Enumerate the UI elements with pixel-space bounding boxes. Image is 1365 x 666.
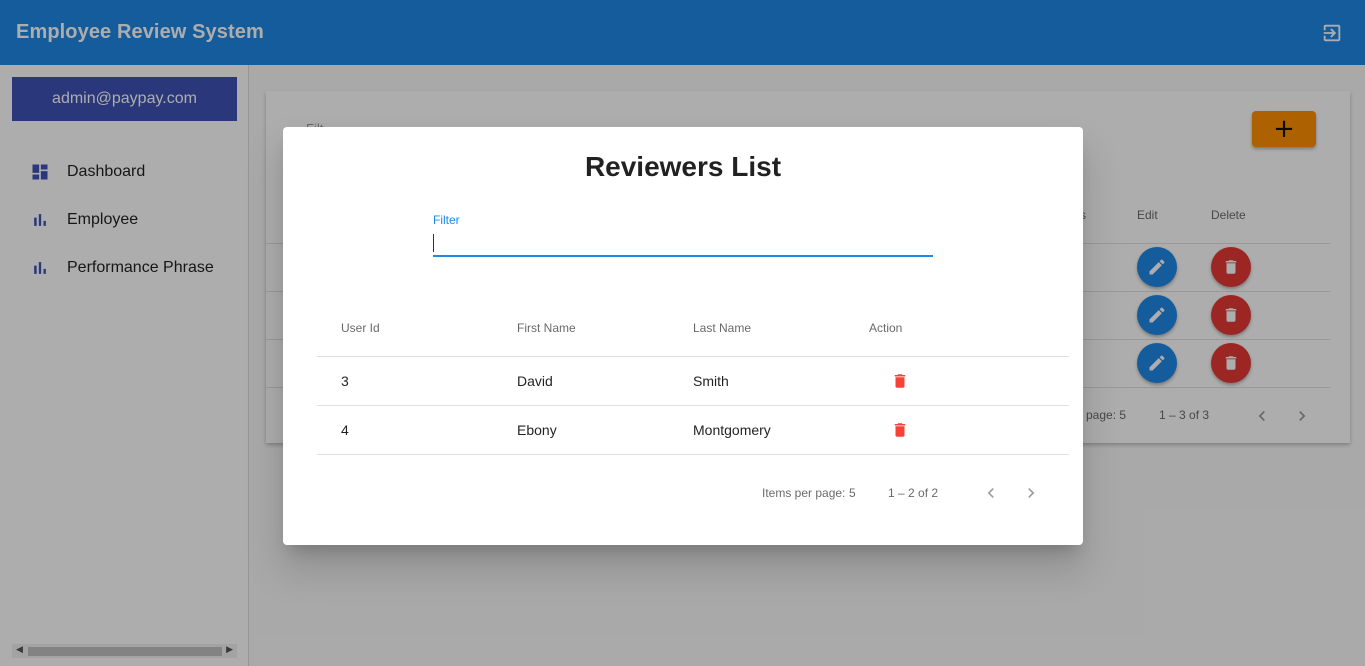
items-per-page-label: Items per page: <box>762 486 846 500</box>
column-header-user-id: User Id <box>341 321 380 335</box>
cell-user-id: 3 <box>341 373 349 389</box>
page-range: 1 – 2 of 2 <box>888 486 939 500</box>
row-divider <box>317 405 1069 406</box>
text-caret <box>433 234 434 252</box>
dialog-title: Reviewers List <box>584 151 782 182</box>
cell-last-name: Montgomery <box>693 422 771 438</box>
row-divider <box>317 454 1069 455</box>
chevron-left-icon[interactable] <box>981 483 1001 503</box>
filter-input[interactable] <box>433 231 933 257</box>
trash-icon[interactable] <box>891 371 909 391</box>
cell-first-name: David <box>517 373 553 389</box>
column-header-action: Action <box>869 321 903 335</box>
cell-first-name: Ebony <box>517 422 557 438</box>
filter-label: Filter <box>433 213 460 227</box>
column-header-last-name: Last Name <box>693 321 752 335</box>
column-header-first-name: First Name <box>517 321 576 335</box>
trash-icon[interactable] <box>891 420 909 440</box>
cell-last-name: Smith <box>693 373 729 389</box>
cell-user-id: 4 <box>341 422 349 438</box>
items-per-page-select[interactable]: 5 <box>849 486 856 500</box>
reviewers-dialog: Reviewers List Filter User Id First Name… <box>283 127 1083 545</box>
chevron-right-icon[interactable] <box>1021 483 1041 503</box>
row-divider <box>317 356 1069 357</box>
